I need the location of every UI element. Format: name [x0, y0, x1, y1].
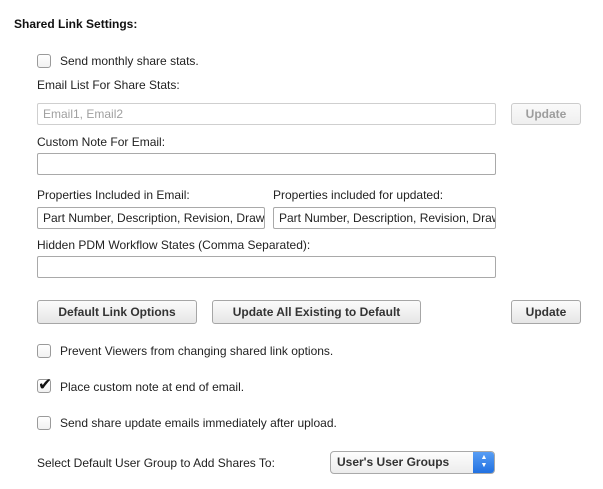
properties-updated-input[interactable]: Part Number, Description, Revision, Draw…: [273, 207, 496, 229]
checkmark-icon: ✔: [38, 375, 53, 394]
update-button[interactable]: Update: [511, 300, 581, 324]
up-down-arrows-icon: ▲ ▼: [473, 452, 494, 473]
email-list-input[interactable]: Email1, Email2: [37, 103, 496, 125]
send-update-emails-label: Send share update emails immediately aft…: [60, 416, 337, 430]
monthly-stats-label: Send monthly share stats.: [60, 54, 199, 68]
default-link-options-button[interactable]: Default Link Options: [37, 300, 197, 324]
prevent-viewers-label: Prevent Viewers from changing shared lin…: [60, 344, 334, 358]
custom-note-end-checkbox[interactable]: ✔: [37, 375, 53, 394]
section-title: Shared Link Settings:: [14, 17, 138, 31]
prevent-viewers-checkbox[interactable]: [37, 344, 51, 358]
monthly-stats-checkbox[interactable]: [37, 54, 51, 68]
send-update-emails-checkbox[interactable]: [37, 416, 51, 430]
properties-updated-label: Properties included for updated:: [273, 188, 444, 202]
custom-note-end-label: Place custom note at end of email.: [60, 380, 245, 394]
user-group-label: Select Default User Group to Add Shares …: [37, 456, 275, 470]
custom-note-label: Custom Note For Email:: [37, 135, 166, 149]
hidden-states-input[interactable]: [37, 256, 496, 278]
update-all-existing-button[interactable]: Update All Existing to Default: [212, 300, 421, 324]
properties-email-label: Properties Included in Email:: [37, 188, 190, 202]
custom-note-input[interactable]: [37, 153, 496, 175]
email-list-label: Email List For Share Stats:: [37, 78, 180, 92]
properties-email-input[interactable]: Part Number, Description, Revision, Draw…: [37, 207, 265, 229]
user-group-select[interactable]: User's User Groups ▲ ▼: [330, 451, 495, 474]
hidden-states-label: Hidden PDM Workflow States (Comma Separa…: [37, 238, 311, 252]
email-list-update-button[interactable]: Update: [511, 103, 581, 125]
user-group-selected-value: User's User Groups: [337, 455, 450, 469]
